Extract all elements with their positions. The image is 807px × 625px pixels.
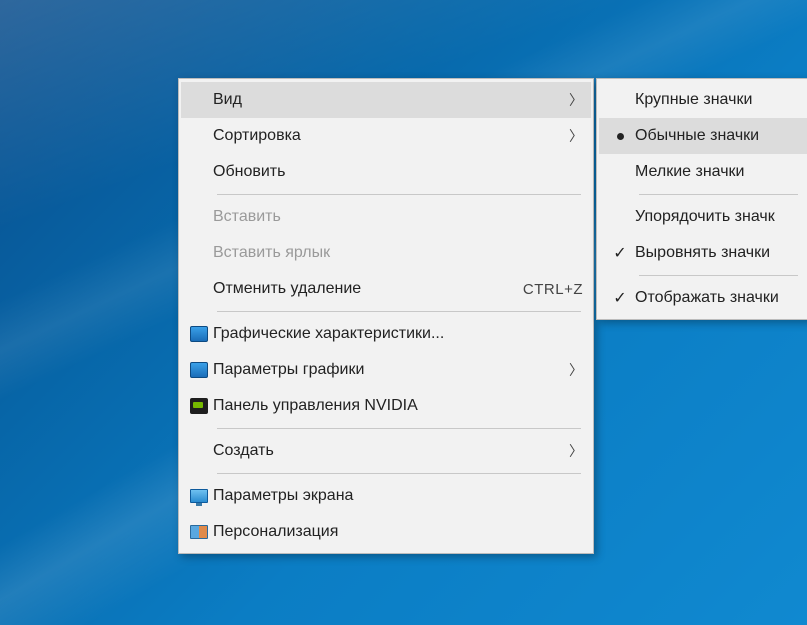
submenu-label: Крупные значки [635,91,800,109]
radio-dot-icon [617,133,624,140]
submenu-large-icons[interactable]: Крупные значки [599,82,807,118]
menu-label: Сортировка [213,127,565,145]
empty-icon [185,205,213,229]
chevron-right-icon: 〉 [565,126,583,146]
menu-label: Вид [213,91,565,109]
menu-separator [639,275,798,276]
check-slot [605,205,635,229]
radio-slot [605,124,635,148]
empty-icon [185,124,213,148]
submenu-medium-icons[interactable]: Обычные значки [599,118,807,154]
chevron-right-icon: 〉 [565,90,583,110]
submenu-label: Выровнять значки [635,244,800,262]
menu-nvidia-control-panel[interactable]: Панель управления NVIDIA [181,388,591,424]
menu-view[interactable]: Вид 〉 [181,82,591,118]
view-submenu: Крупные значки Обычные значки Мелкие зна… [596,78,807,320]
intel-icon [185,358,213,382]
menu-separator [217,473,581,474]
menu-separator [639,194,798,195]
menu-paste-shortcut: Вставить ярлык [181,235,591,271]
menu-paste: Вставить [181,199,591,235]
submenu-label: Мелкие значки [635,163,800,181]
menu-label: Панель управления NVIDIA [213,397,583,415]
menu-refresh[interactable]: Обновить [181,154,591,190]
menu-label: Отменить удаление [213,280,523,298]
submenu-show-icons[interactable]: ✓ Отображать значки [599,280,807,316]
nvidia-icon [185,394,213,418]
intel-icon [185,322,213,346]
menu-separator [217,311,581,312]
monitor-icon [185,484,213,508]
menu-label: Создать [213,442,565,460]
submenu-label: Обычные значки [635,127,800,145]
menu-graphics-properties[interactable]: Графические характеристики... [181,316,591,352]
empty-icon [185,160,213,184]
menu-separator [217,194,581,195]
menu-label: Параметры экрана [213,487,583,505]
radio-slot [605,88,635,112]
menu-separator [217,428,581,429]
menu-label: Вставить ярлык [213,244,583,262]
radio-slot [605,160,635,184]
menu-shortcut: CTRL+Z [523,281,583,298]
checkmark-icon: ✓ [613,288,626,308]
submenu-label: Упорядочить значк [635,208,800,226]
empty-icon [185,241,213,265]
menu-sort[interactable]: Сортировка 〉 [181,118,591,154]
empty-icon [185,88,213,112]
check-slot: ✓ [605,241,635,265]
menu-display-settings[interactable]: Параметры экрана [181,478,591,514]
personalize-icon [185,520,213,544]
menu-undo-delete[interactable]: Отменить удаление CTRL+Z [181,271,591,307]
check-slot: ✓ [605,286,635,310]
empty-icon [185,439,213,463]
desktop-context-menu: Вид 〉 Сортировка 〉 Обновить Вставить Вст… [178,78,594,554]
empty-icon [185,277,213,301]
submenu-small-icons[interactable]: Мелкие значки [599,154,807,190]
checkmark-icon: ✓ [613,243,626,263]
chevron-right-icon: 〉 [565,360,583,380]
submenu-label: Отображать значки [635,289,800,307]
menu-new[interactable]: Создать 〉 [181,433,591,469]
chevron-right-icon: 〉 [565,441,583,461]
submenu-auto-arrange[interactable]: Упорядочить значк [599,199,807,235]
submenu-align-to-grid[interactable]: ✓ Выровнять значки [599,235,807,271]
menu-personalize[interactable]: Персонализация [181,514,591,550]
menu-label: Персонализация [213,523,583,541]
menu-label: Параметры графики [213,361,565,379]
menu-label: Вставить [213,208,583,226]
menu-label: Графические характеристики... [213,325,583,343]
menu-label: Обновить [213,163,583,181]
menu-graphics-options[interactable]: Параметры графики 〉 [181,352,591,388]
